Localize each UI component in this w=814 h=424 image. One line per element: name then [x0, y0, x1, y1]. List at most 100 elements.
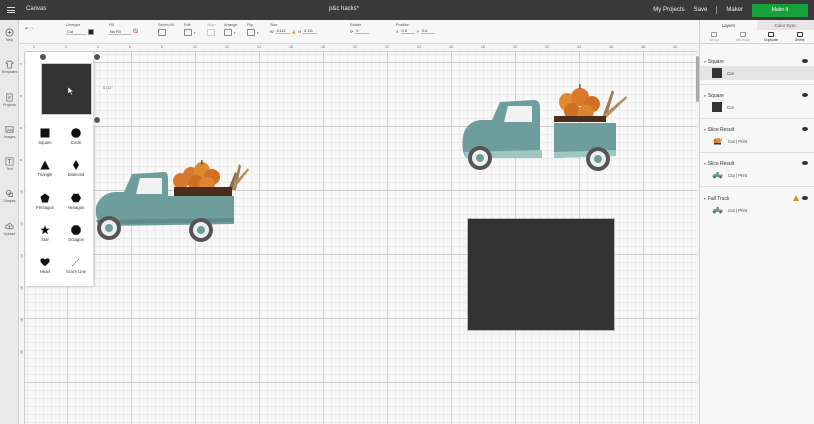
y-label: Y [416, 29, 420, 34]
layer-thumbnail [712, 102, 722, 112]
ruler-tick-label: 26 [449, 45, 453, 49]
ruler-tick-label: 40 [673, 45, 677, 49]
flip-group: Flip ▾ [247, 23, 259, 36]
shape-score-line[interactable]: Score Line [61, 257, 91, 274]
shape-hexagon[interactable]: Hexagon [61, 193, 91, 210]
tab-layers[interactable]: Layers [700, 20, 757, 30]
eye-icon[interactable] [802, 196, 808, 200]
divider [700, 186, 814, 187]
templates-tool[interactable]: Templates [0, 60, 19, 74]
delete-button[interactable]: Delete [786, 30, 814, 43]
rotate-input[interactable]: 0 [355, 29, 370, 34]
ruler-tick-label: 12 [225, 45, 229, 49]
ruler-tick-label: 38 [641, 45, 645, 49]
sliced-truck-image[interactable] [462, 82, 632, 174]
layer-item[interactable]: ▾ Slice Result Cut | Print [700, 160, 814, 182]
make-it-button[interactable]: Make It [752, 3, 808, 17]
layer-item[interactable]: ▾ Square Cut [700, 92, 814, 114]
large-square-shape[interactable] [467, 218, 615, 331]
height-label: H [298, 29, 302, 34]
shapes-tool[interactable]: Shapes [0, 189, 19, 203]
rotate-handle-icon[interactable] [93, 53, 101, 61]
resize-handle-icon[interactable] [93, 116, 101, 124]
heart-icon [40, 258, 50, 267]
shape-triangle-label: Triangle [37, 172, 53, 177]
width-input[interactable]: 5.111 [275, 29, 290, 34]
shape-square-label: Square [38, 140, 52, 145]
layer-item[interactable]: ▾ Square Cut [700, 58, 814, 80]
ruler-tick-label: 28 [481, 45, 485, 49]
linetype-color-swatch[interactable] [88, 29, 94, 35]
upload-cloud-icon [5, 223, 14, 230]
ruler-tick-label: 6 [129, 45, 131, 49]
y-input[interactable]: 0.6 [421, 29, 436, 34]
projects-tool[interactable]: Projects [0, 93, 19, 107]
align-icon[interactable] [207, 29, 215, 36]
shape-square[interactable]: Square [30, 128, 60, 145]
layer-thumbnail [712, 68, 722, 78]
linetype-select[interactable]: Cut [66, 30, 86, 35]
ruler-tick-label: 18 [19, 318, 24, 322]
flip-icon[interactable] [247, 29, 255, 36]
machine-selector[interactable]: Maker [726, 7, 743, 13]
shirt-icon [5, 60, 14, 69]
upload-tool[interactable]: Upload [0, 222, 19, 236]
projects-icon [6, 93, 13, 102]
shape-triangle[interactable]: Triangle [30, 160, 60, 177]
layer-item[interactable]: ▾ Slice Result Cut | Print [700, 126, 814, 148]
fill-select[interactable]: No Fill [109, 30, 131, 35]
hamburger-menu-icon[interactable] [0, 7, 20, 13]
eye-icon[interactable] [802, 59, 808, 63]
new-tool[interactable]: New [0, 28, 19, 42]
linetype-group: Linetype Cut [66, 23, 94, 35]
layer-operation: Cut [727, 104, 734, 110]
images-tool[interactable]: Images [0, 125, 19, 139]
lock-icon[interactable]: 🔒 [292, 29, 297, 34]
eye-icon[interactable] [802, 127, 808, 131]
eye-icon[interactable] [802, 93, 808, 97]
shape-octagon[interactable]: Octagon [61, 225, 91, 242]
arrange-icon[interactable] [224, 29, 232, 36]
octagon-icon [71, 225, 81, 235]
select-all-icon[interactable] [158, 29, 166, 36]
layer-name: Slice Result [707, 161, 735, 167]
chevron-down-icon[interactable]: ▾ [704, 197, 706, 201]
no-fill-icon[interactable]: ⦰ [133, 29, 138, 36]
text-tool[interactable]: Text [0, 157, 19, 171]
shape-star[interactable]: Star [30, 225, 60, 242]
shape-score-line-label: Score Line [65, 269, 87, 274]
shape-circle[interactable]: Circle [61, 128, 91, 145]
chevron-down-icon[interactable]: ▾ [704, 60, 706, 64]
ruler-tick-label: 24 [417, 45, 421, 49]
layer-item[interactable]: ▾ Fall Truck Cut | Print [700, 195, 814, 217]
ungroup-button[interactable]: UnGroup [729, 30, 758, 43]
shape-heart[interactable]: Heart [30, 257, 60, 274]
position-group: Position X 0.5 Y 0.6 [396, 23, 436, 34]
fall-truck-image[interactable] [92, 152, 252, 244]
shape-pentagon-label: Pentagon [36, 205, 54, 210]
chevron-down-icon[interactable]: ▾ [704, 128, 706, 132]
edit-scissors-icon[interactable] [184, 29, 192, 36]
my-projects-link[interactable]: My Projects [653, 7, 684, 13]
tab-color-sync[interactable]: Color Sync [757, 20, 814, 30]
warning-icon[interactable] [793, 195, 799, 201]
layer-operation: Cut | Print [728, 172, 748, 178]
shape-diamond[interactable]: Diamond [61, 160, 91, 177]
ruler-tick-label: 30 [513, 45, 517, 49]
redo-icon[interactable]: ↷ [30, 26, 33, 31]
duplicate-button[interactable]: Duplicate [757, 30, 786, 43]
align-group: Align [207, 23, 215, 36]
eye-icon[interactable] [802, 161, 808, 165]
templates-tool-label: Templates [1, 70, 18, 74]
shape-pentagon[interactable]: Pentagon [30, 193, 60, 210]
ruler-tick-label: 16 [289, 45, 293, 49]
group-button[interactable]: Group [700, 30, 729, 43]
chevron-down-icon[interactable]: ▾ [704, 94, 706, 98]
chevron-down-icon[interactable]: ▾ [704, 162, 706, 166]
delete-handle-icon[interactable] [39, 53, 47, 61]
x-input[interactable]: 0.5 [400, 29, 415, 34]
save-button[interactable]: Save [694, 7, 708, 13]
undo-icon[interactable]: ↶ [25, 26, 28, 31]
height-input[interactable]: 5.111 [303, 29, 318, 34]
shape-diamond-label: Diamond [67, 172, 85, 177]
